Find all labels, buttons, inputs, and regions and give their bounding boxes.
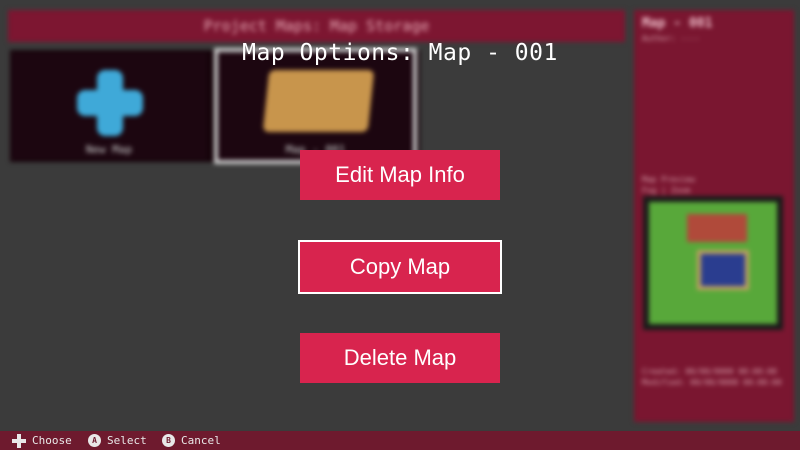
hint-choose: Choose <box>12 431 72 450</box>
delete-map-button[interactable]: Delete Map <box>300 333 500 383</box>
map-details-panel: Map - 001 Author: ---- Map Preview Fog |… <box>634 10 794 422</box>
b-button-icon: B <box>162 434 175 447</box>
controls-footer: Choose A Select B Cancel <box>0 431 800 450</box>
hint-select: A Select <box>88 431 147 450</box>
storage-header: Project Maps: Map Storage <box>8 10 625 42</box>
preview-label: Map Preview <box>642 175 695 184</box>
hint-cancel: B Cancel <box>162 431 221 450</box>
dpad-icon <box>12 433 26 448</box>
a-button-icon: A <box>88 434 101 447</box>
plus-icon <box>77 70 143 136</box>
hint-label: Cancel <box>181 434 221 447</box>
edit-map-info-button[interactable]: Edit Map Info <box>300 150 500 200</box>
copy-map-button[interactable]: Copy Map <box>298 240 502 294</box>
dialog-title: Map Options: Map - 001 <box>242 40 558 66</box>
new-map-tile[interactable]: New Map <box>11 52 207 160</box>
tile-label: New Map <box>85 143 133 156</box>
scroll-icon <box>262 70 375 132</box>
map-preview <box>643 196 783 330</box>
map-details-title: Map - 001 <box>642 16 713 31</box>
hint-label: Select <box>107 434 147 447</box>
map-dates: Created: 00/00/0000 00:00:00 Modified: 0… <box>642 367 782 387</box>
preview-legend: Fog | Zoom <box>642 186 691 195</box>
hint-label: Choose <box>32 434 72 447</box>
